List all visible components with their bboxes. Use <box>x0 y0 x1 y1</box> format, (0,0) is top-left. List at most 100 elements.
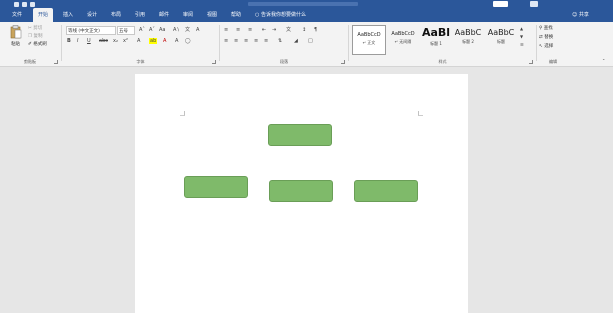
char-border-icon[interactable]: A <box>196 27 199 33</box>
paragraph-group-label: 段落 <box>280 59 288 64</box>
tab-view[interactable]: 视图 <box>202 8 222 22</box>
style-normal[interactable]: AaBbCcD ↵ 正文 <box>352 25 386 55</box>
clear-format-icon[interactable]: A∖ <box>173 27 180 33</box>
shape-top[interactable] <box>268 124 332 146</box>
font-name-dropdown[interactable]: 等线 (中文正文) <box>66 26 116 35</box>
grow-font-icon[interactable]: Aˆ <box>139 27 145 33</box>
style-no-spacing[interactable]: AaBbCcD ↵ 无间隔 <box>387 25 419 53</box>
multilevel-list-icon[interactable]: ≡ <box>248 27 252 33</box>
save-icon[interactable] <box>14 1 19 7</box>
italic-icon[interactable]: I <box>77 38 78 44</box>
group-divider <box>219 25 220 61</box>
sign-in-button[interactable] <box>493 1 508 7</box>
font-size-value: 五号 <box>119 29 128 34</box>
styles-scroll-up-icon[interactable]: ▲ <box>520 26 523 32</box>
font-color-icon[interactable]: A <box>163 38 166 44</box>
styles-scroll-down-icon[interactable]: ▼ <box>520 34 523 40</box>
person-icon: ☺ <box>572 12 578 18</box>
enclose-char-icon[interactable]: ◯ <box>185 38 191 44</box>
copy-icon: ❐ <box>28 34 33 39</box>
style-sample: AaBl <box>421 26 451 39</box>
line-spacing-icon[interactable]: ⇅ <box>278 38 282 44</box>
tab-references[interactable]: 引用 <box>130 8 150 22</box>
font-dialog-launcher[interactable] <box>212 60 216 64</box>
paste-icon[interactable] <box>10 25 22 39</box>
strikethrough-icon[interactable]: abc <box>99 38 108 44</box>
clipboard-dialog-launcher[interactable] <box>54 60 58 64</box>
superscript-icon[interactable]: x² <box>123 38 128 44</box>
tab-layout[interactable]: 布局 <box>106 8 126 22</box>
decrease-indent-icon[interactable]: ⇤ <box>262 27 266 33</box>
quick-access-toolbar <box>14 0 38 8</box>
change-case-icon[interactable]: Aa <box>159 27 165 33</box>
cursor-icon: ↖ <box>539 44 543 49</box>
style-name: ↵ 无间隔 <box>394 39 412 44</box>
align-center-icon[interactable]: ≡ <box>234 38 238 44</box>
style-sample: AaBbCcD <box>357 32 381 38</box>
sort-icon[interactable]: ↕ <box>302 27 306 33</box>
document-title <box>248 2 358 6</box>
style-name: 标题 <box>497 39 505 44</box>
copy-button[interactable]: ❐ 复制 <box>28 33 42 39</box>
distributed-icon[interactable]: ≡ <box>264 38 268 44</box>
char-shading-icon[interactable]: A <box>175 38 178 44</box>
replace-label: 替换 <box>544 35 554 40</box>
shape-left[interactable] <box>184 176 248 198</box>
show-marks-icon[interactable]: ¶ <box>314 27 317 33</box>
lightbulb-icon: ○ <box>255 12 260 18</box>
tab-insert[interactable]: 插入 <box>58 8 78 22</box>
text-effects-icon[interactable]: A <box>137 38 140 44</box>
shading-icon[interactable]: ◢ <box>294 38 298 44</box>
paragraph-dialog-launcher[interactable] <box>341 60 345 64</box>
styles-more-icon[interactable]: ☰ <box>520 42 524 48</box>
tab-file[interactable]: 文件 <box>6 8 28 22</box>
group-divider <box>348 25 349 61</box>
redo-icon[interactable] <box>30 1 35 7</box>
style-heading-1[interactable]: AaBl 标题 1 <box>421 25 451 53</box>
font-group-label: 字体 <box>136 59 145 64</box>
style-name: 标题 1 <box>430 41 442 46</box>
format-painter-button[interactable]: ✐ 格式刷 <box>28 41 47 47</box>
tab-review[interactable]: 审阅 <box>178 8 198 22</box>
ribbon: 粘贴 ✂ 剪切 ❐ 复制 ✐ 格式刷 剪贴板 等线 (中文正文) 五号 Aˆ A… <box>0 22 613 67</box>
style-title[interactable]: AaBbC 标题 <box>486 25 516 53</box>
share-button[interactable]: ☺ 共享 <box>572 8 589 22</box>
bold-icon[interactable]: B <box>67 38 71 44</box>
align-right-icon[interactable]: ≡ <box>244 38 248 44</box>
chinese-layout-icon[interactable]: 文 <box>286 27 291 33</box>
replace-button[interactable]: ⇄ 替换 <box>539 34 553 40</box>
tab-design[interactable]: 设计 <box>82 8 102 22</box>
borders-icon[interactable]: □ <box>308 38 313 44</box>
subscript-icon[interactable]: x₂ <box>113 38 118 44</box>
magnifier-icon: ⚲ <box>539 26 543 31</box>
phonetic-guide-icon[interactable]: 文 <box>185 27 190 33</box>
align-left-icon[interactable]: ≡ <box>224 38 228 44</box>
paste-label[interactable]: 粘贴 <box>11 41 20 47</box>
cut-button[interactable]: ✂ 剪切 <box>28 25 42 31</box>
style-heading-2[interactable]: AaBbC 标题 2 <box>453 25 483 53</box>
shape-right[interactable] <box>354 180 418 202</box>
highlight-icon[interactable]: ab <box>149 38 158 44</box>
style-name: 标题 2 <box>462 39 474 44</box>
shape-middle[interactable] <box>269 180 333 202</box>
justify-icon[interactable]: ≡ <box>254 38 258 44</box>
bullets-icon[interactable]: ≡ <box>224 27 228 33</box>
numbering-icon[interactable]: ≡ <box>236 27 240 33</box>
underline-icon[interactable]: U <box>87 38 91 44</box>
shrink-font-icon[interactable]: Aˇ <box>149 27 155 33</box>
find-button[interactable]: ⚲ 查找 <box>539 25 553 31</box>
font-size-dropdown[interactable]: 五号 <box>117 26 135 35</box>
styles-dialog-launcher[interactable] <box>529 60 533 64</box>
select-button[interactable]: ↖ 选择 <box>539 43 553 49</box>
collapse-ribbon-icon[interactable]: ⌃ <box>602 58 605 64</box>
style-sample: AaBbC <box>454 28 482 37</box>
undo-icon[interactable] <box>22 1 27 7</box>
document-page[interactable] <box>135 74 468 313</box>
tell-me-search[interactable]: ○ 告诉我你想要做什么 <box>255 8 306 22</box>
increase-indent-icon[interactable]: ⇥ <box>272 27 276 33</box>
editing-group-label: 编辑 <box>549 59 557 64</box>
tab-help[interactable]: 帮助 <box>226 8 246 22</box>
tab-home[interactable]: 开始 <box>33 8 53 22</box>
tab-mailings[interactable]: 邮件 <box>154 8 174 22</box>
ribbon-display-options-button[interactable] <box>530 1 538 7</box>
